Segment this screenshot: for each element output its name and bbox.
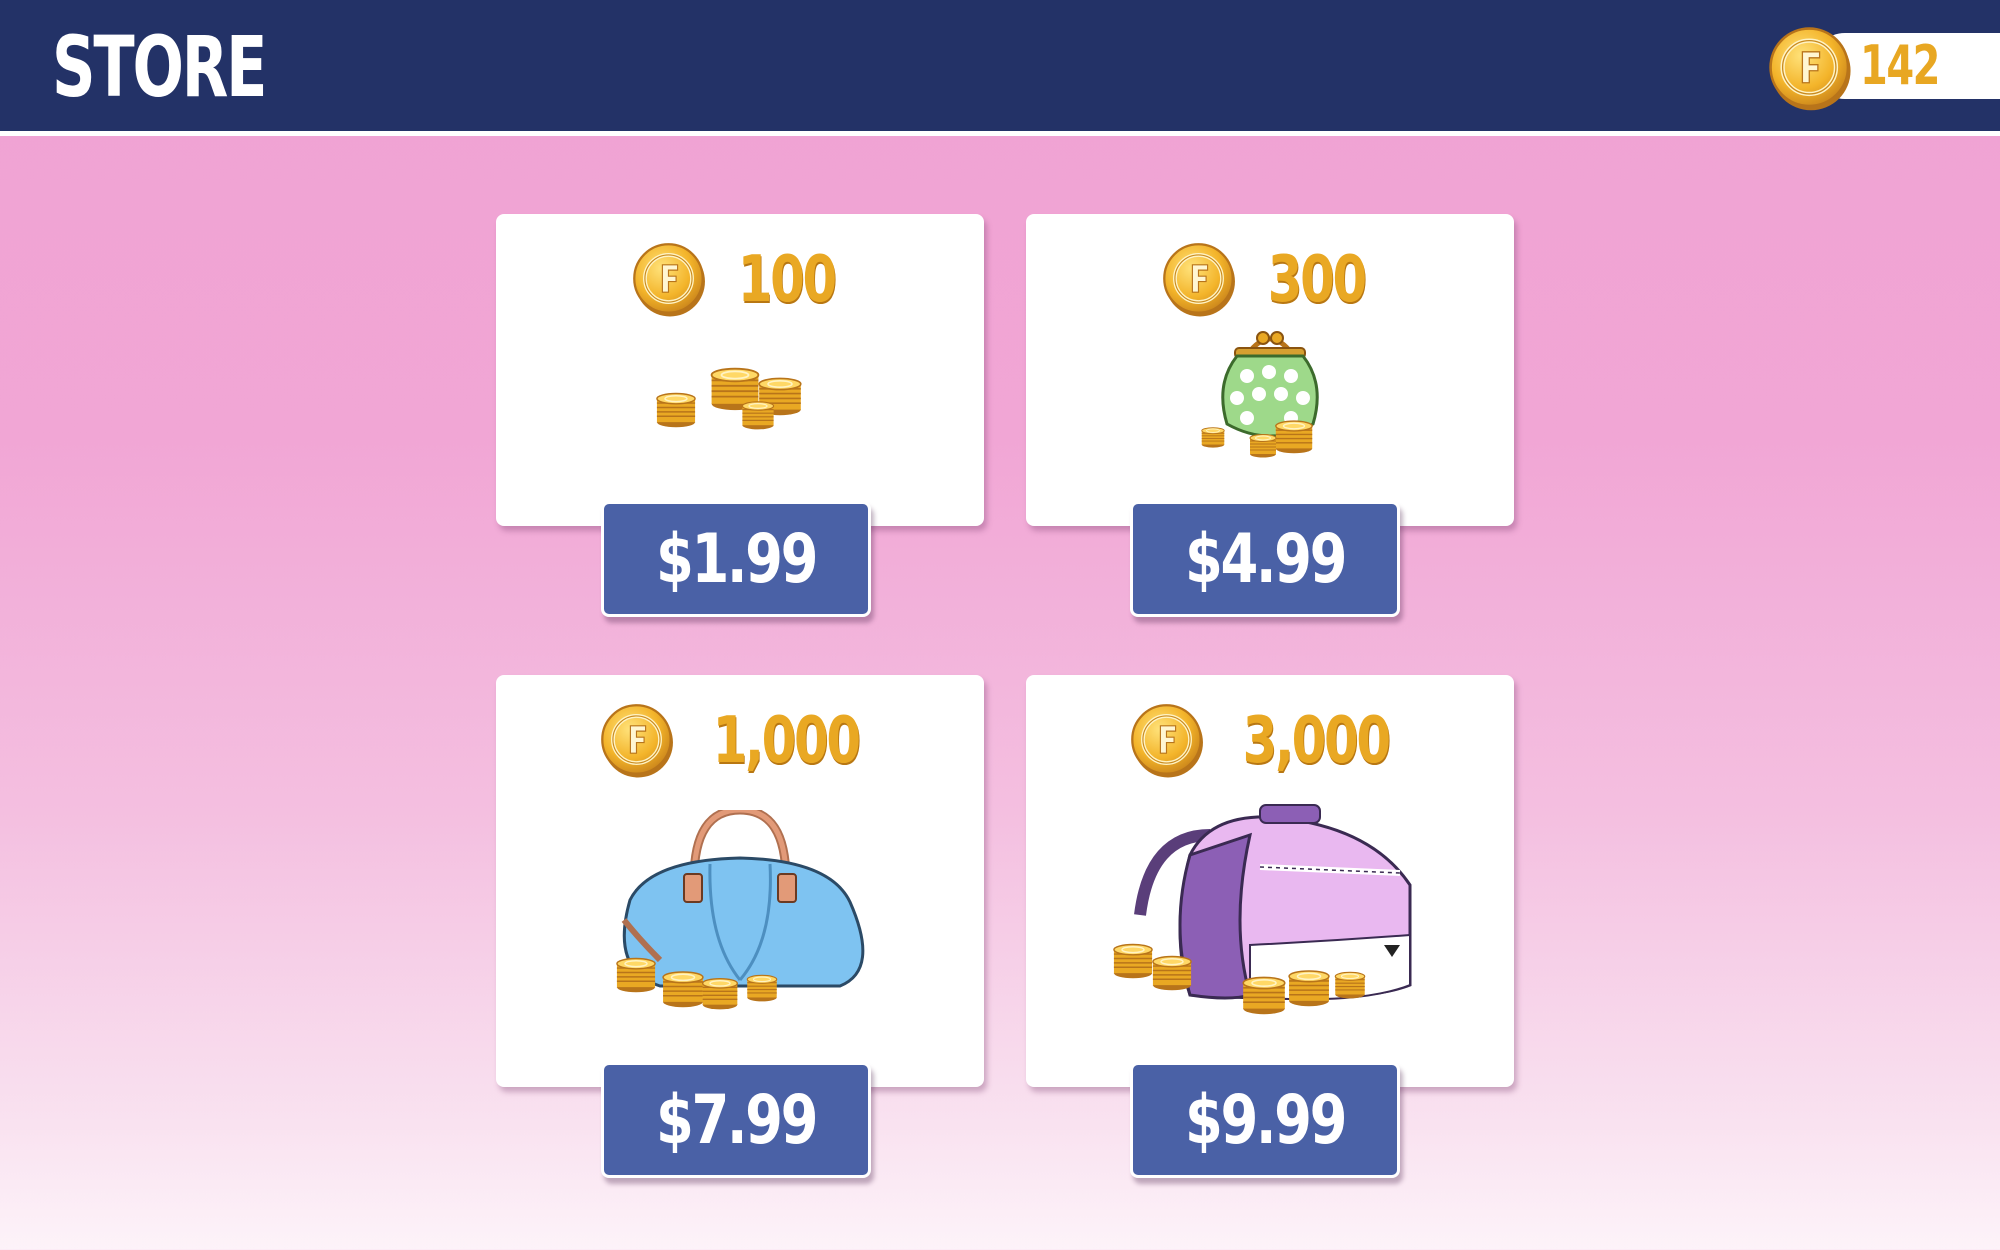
price-label: $7.99 [655, 1080, 818, 1160]
pack-card-100[interactable]: 100 [496, 214, 984, 526]
buy-3000-coins-button[interactable]: $9.99 [1130, 1062, 1400, 1178]
f-coin-icon [600, 703, 676, 779]
pack-coin-amount: 100 [737, 243, 837, 317]
coin-balance: 142 [1860, 34, 1940, 97]
pack-card-3000[interactable]: 3,000 [1026, 675, 1514, 1087]
blue-handbag-icon [496, 810, 984, 1020]
buy-1000-coins-button[interactable]: $7.99 [601, 1062, 871, 1178]
pack-coin-amount-row: 1,000 [496, 699, 984, 783]
price-label: $1.99 [655, 519, 818, 599]
pack-coin-amount-row: 3,000 [1026, 699, 1514, 783]
price-label: $4.99 [1184, 519, 1347, 599]
store-header: STORE [0, 0, 2000, 136]
f-coin-icon [632, 242, 708, 318]
purple-duffel-bag-icon [1026, 795, 1514, 1025]
pack-coin-amount: 300 [1267, 243, 1367, 317]
buy-300-coins-button[interactable]: $4.99 [1130, 501, 1400, 617]
f-coin-icon [1130, 703, 1206, 779]
buy-100-coins-button[interactable]: $1.99 [601, 501, 871, 617]
pack-coin-amount: 3,000 [1242, 704, 1392, 778]
page-title: STORE [52, 18, 267, 116]
coin-stacks-icon [496, 350, 984, 430]
pack-coin-amount-row: 300 [1026, 238, 1514, 322]
pack-card-300[interactable]: 300 [1026, 214, 1514, 526]
f-coin-icon [1162, 242, 1238, 318]
f-coin-icon [1768, 26, 1854, 112]
pack-card-1000[interactable]: 1,000 [496, 675, 984, 1087]
pack-coin-amount: 1,000 [712, 704, 862, 778]
price-label: $9.99 [1184, 1080, 1347, 1160]
polka-dot-coin-purse-icon [1026, 324, 1514, 464]
pack-coin-amount-row: 100 [496, 238, 984, 322]
